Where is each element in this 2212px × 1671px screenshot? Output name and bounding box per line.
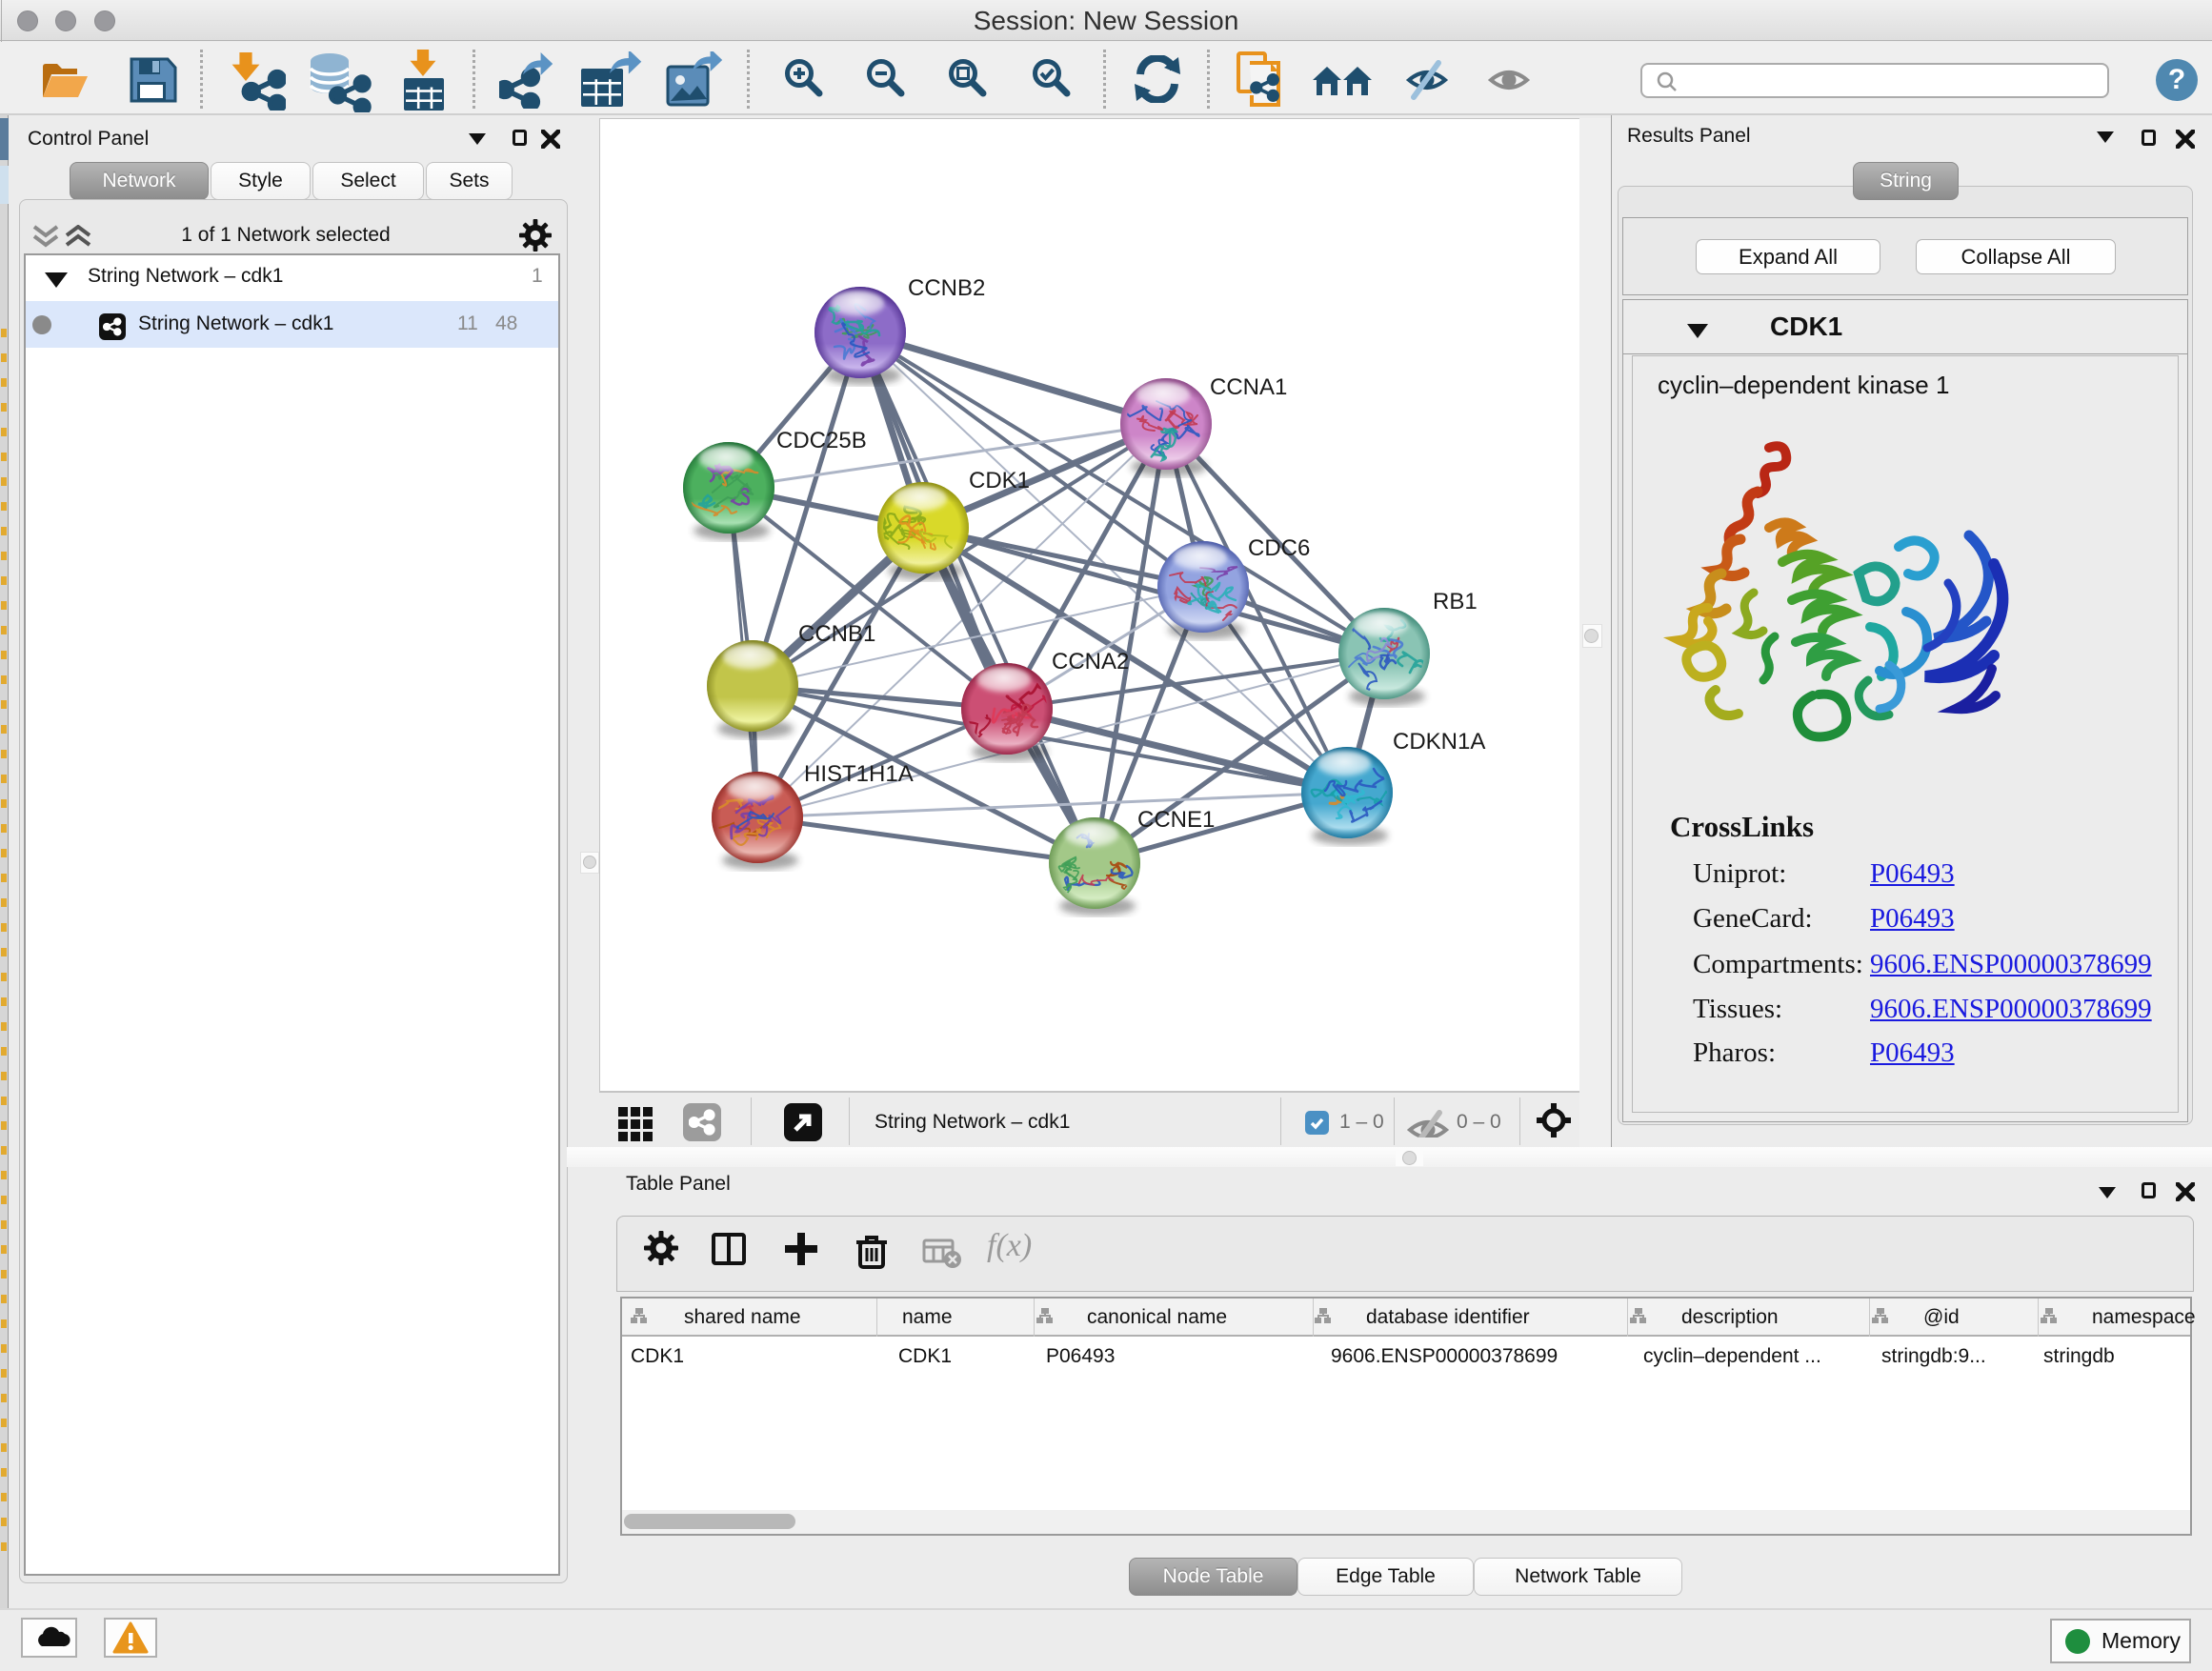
svg-text:CCNB2: CCNB2 [908, 275, 985, 301]
svg-text:CDKN1A: CDKN1A [1393, 729, 1485, 755]
svg-text:CCNB1: CCNB1 [798, 621, 875, 647]
svg-text:CDC25B: CDC25B [776, 428, 867, 453]
svg-text:CCNA2: CCNA2 [1052, 649, 1129, 674]
svg-text:HIST1H1A: HIST1H1A [804, 761, 914, 787]
svg-text:CCNE1: CCNE1 [1137, 807, 1215, 833]
svg-text:CDC6: CDC6 [1248, 535, 1310, 561]
svg-text:CDK1: CDK1 [969, 468, 1030, 493]
svg-text:CCNA1: CCNA1 [1210, 374, 1287, 400]
svg-text:RB1: RB1 [1433, 589, 1478, 614]
